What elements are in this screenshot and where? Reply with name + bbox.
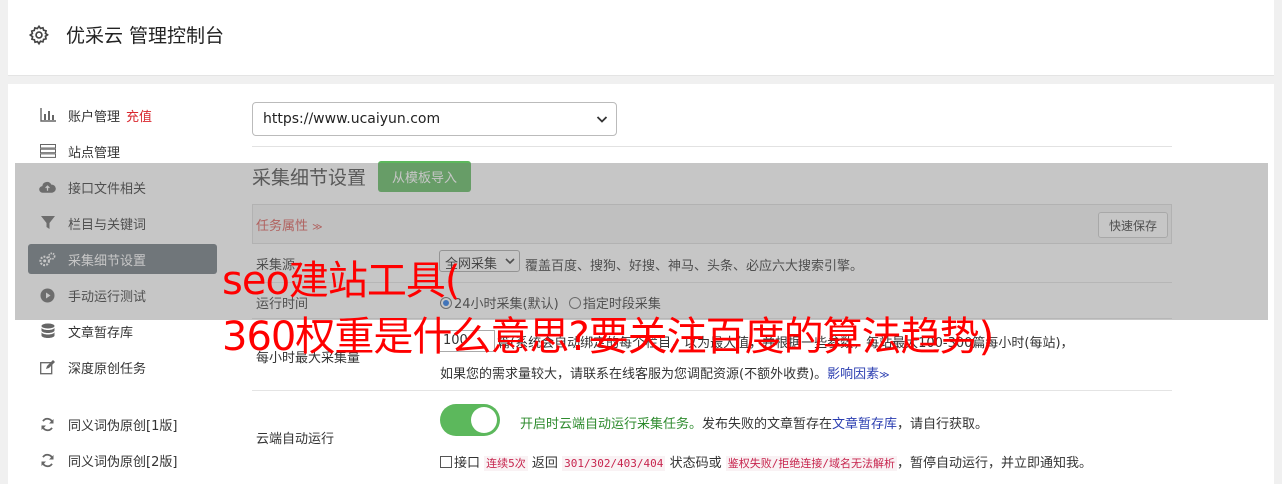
contact-text: 如果您的需求量较大，请联系在线客服为您调配资源(不额外收费)。 [440, 367, 828, 382]
watermark-line-2: 360权重是什么意思?要关注百度的算法趋势) [222, 314, 994, 360]
divider [252, 390, 1172, 391]
sidebar-item-deep-original[interactable]: 深度原创任务 [28, 352, 217, 382]
sidebar-item-label: 站点管理 [68, 145, 121, 161]
cloud-run-desc-text: 发布失败的文章暂存在 [702, 417, 833, 432]
sidebar-item-label: 深度原创任务 [68, 361, 147, 377]
impact-factors-link[interactable]: 影响因素 [827, 367, 879, 382]
code-errors: 鉴权失败/拒绝连接/域名无法解析 [725, 456, 897, 471]
sidebar-item-account[interactable]: 账户管理 充值 [28, 100, 217, 130]
refresh-icon [39, 452, 56, 469]
pause-text-b: 返回 [531, 456, 558, 471]
cloud-run-label: 云端自动运行 [256, 432, 335, 447]
sidebar-item-sites[interactable]: 站点管理 [28, 136, 217, 166]
sidebar-item-article-storage[interactable]: 文章暂存库 [28, 316, 217, 346]
watermark-line-1: seo建站工具( [222, 258, 461, 304]
watermark-overlay [15, 163, 1268, 320]
site-select-value: https://www.ucaiyun.com [263, 111, 441, 127]
database-icon [39, 323, 56, 340]
sidebar-item-label: 账户管理 [68, 109, 121, 125]
edit-icon [39, 359, 56, 376]
cloud-run-on-text: 开启时云端自动运行采集任务。 [520, 417, 703, 432]
code-status: 301/302/403/404 [562, 456, 666, 471]
sidebar-item-synonym-v1[interactable]: 同义词伪原创[1版] [28, 409, 217, 439]
sidebar-item-label: 文章暂存库 [68, 325, 134, 341]
sidebar-item-synonym-v2[interactable]: 同义词伪原创[2版] [28, 445, 217, 475]
site-select[interactable]: https://www.ucaiyun.com [252, 102, 617, 136]
top-bar: 优采云 管理控制台 [8, 0, 1274, 76]
chevron-down-icon [596, 116, 608, 123]
cloud-run-desc-tail: ，请自行获取。 [897, 417, 989, 432]
pause-text-c: 状态码或 [669, 456, 722, 471]
cloud-run-toggle[interactable] [440, 404, 500, 436]
pause-text-d: ，暂停自动运行，并立即通知我。 [896, 456, 1092, 471]
max-per-hour-note-2: 如果您的需求量较大，请联系在线客服为您调配资源(不额外收费)。影响因素≫ [440, 363, 890, 382]
refresh-icon [39, 416, 56, 433]
recharge-badge[interactable]: 充值 [126, 106, 152, 125]
toggle-knob [471, 407, 497, 433]
server-icon [39, 143, 56, 160]
pause-condition: 接口 连续5次 返回 301/302/403/404 状态码或 鉴权失败/拒绝连… [440, 452, 1092, 471]
gear-icon [28, 24, 49, 46]
page-title: 优采云 管理控制台 [66, 25, 225, 47]
sidebar-item-label: 同义词伪原创[2版] [68, 454, 178, 470]
article-storage-link[interactable]: 文章暂存库 [832, 417, 897, 432]
chevron-down-icon: ≫ [879, 370, 890, 381]
sidebar-item-label: 同义词伪原创[1版] [68, 418, 178, 434]
divider [252, 146, 1172, 147]
pause-checkbox[interactable] [440, 456, 452, 468]
bar-chart-icon [39, 107, 56, 124]
cloud-run-desc: 开启时云端自动运行采集任务。发布失败的文章暂存在文章暂存库，请自行获取。 [520, 413, 988, 432]
pause-text-a: 接口 [454, 456, 481, 471]
code-consecutive: 连续5次 [484, 456, 528, 471]
